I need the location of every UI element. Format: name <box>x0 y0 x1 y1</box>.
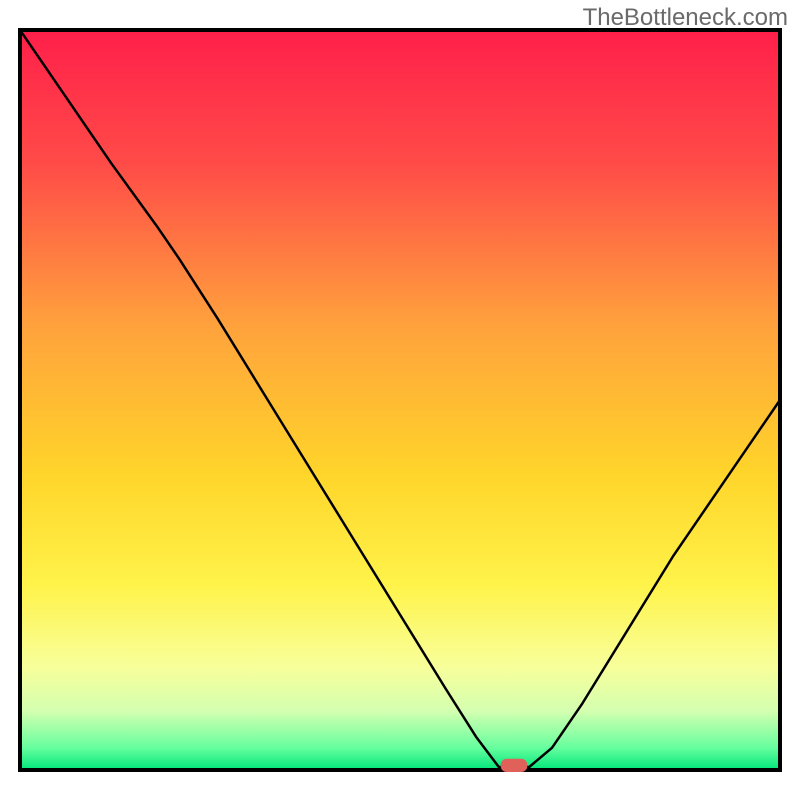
gradient-background <box>20 30 780 770</box>
chart-container: TheBottleneck.com <box>0 0 800 800</box>
watermark-text: TheBottleneck.com <box>583 4 788 32</box>
plot-area <box>20 30 780 772</box>
bottleneck-plot <box>0 0 800 800</box>
optimal-marker <box>501 759 528 772</box>
